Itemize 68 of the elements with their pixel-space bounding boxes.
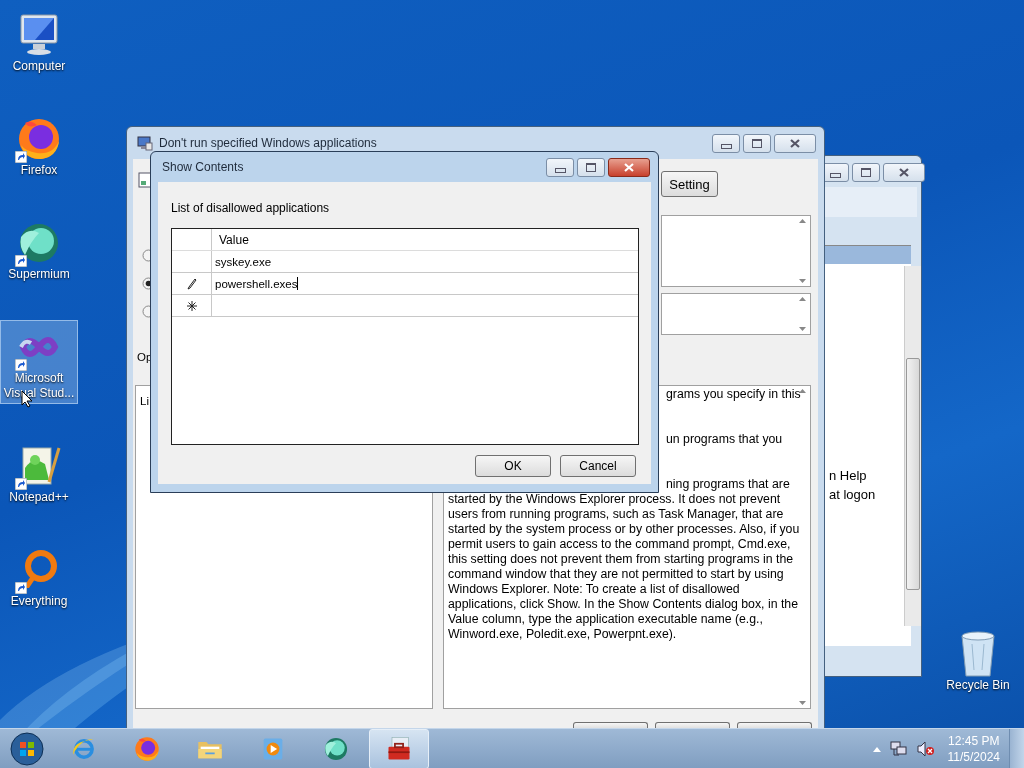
scroll-down-icon[interactable] — [798, 701, 806, 705]
value-input[interactable]: powershell.exes — [212, 273, 638, 294]
maximize-button[interactable] — [577, 157, 605, 177]
firefox-icon — [133, 735, 161, 763]
dialog-button[interactable]: OK — [475, 455, 551, 477]
options-text: Li — [140, 395, 149, 407]
speaker-muted-icon[interactable] — [916, 741, 935, 757]
desktop-shortcut[interactable]: Notepad++ — [0, 439, 78, 508]
help-text: un programs that you — [666, 432, 783, 447]
close-icon — [789, 138, 801, 148]
close-icon — [898, 168, 910, 177]
help-text: ning programs that are — [666, 477, 790, 492]
desktop-shortcut[interactable]: Everything — [0, 543, 78, 612]
scroll-down-icon[interactable] — [798, 327, 806, 331]
help-text: permit users to gain access to the command prompt, Cmd.exe, — [448, 537, 791, 552]
minimize-button[interactable] — [546, 157, 574, 177]
maximize-button[interactable] — [852, 163, 880, 182]
close-icon — [623, 162, 635, 172]
help-text: Windows Explorer. Note: To create a list of disallowed — [448, 582, 740, 597]
setting-button[interactable]: Setting — [661, 171, 718, 197]
scroll-up-icon[interactable] — [798, 389, 806, 393]
list-text: at logon — [829, 487, 876, 502]
help-text: started by the Windows Explorer process. It does not prevent — [448, 492, 781, 507]
shortcut-arrow-icon — [15, 359, 27, 371]
scrollbar[interactable] — [904, 266, 921, 626]
dialog-button[interactable]: Cancel — [560, 455, 636, 477]
list-text: n Help — [829, 468, 868, 483]
radio-button[interactable] — [142, 249, 151, 262]
minimize-button[interactable] — [712, 133, 740, 153]
asterisk-icon — [186, 300, 197, 311]
help-text: Value column, type the application executable name (e.g., — [448, 612, 763, 627]
desktop-shortcut[interactable]: Supermium — [0, 216, 78, 285]
shortcut-arrow-icon — [15, 151, 27, 163]
help-text: Winword.exe, Poledit.exe, Powerpnt.exe). — [448, 627, 677, 642]
help-text: this setting does not prevent them from starting programs in the — [448, 552, 794, 567]
desktop-shortcut[interactable]: Computer — [0, 8, 78, 77]
close-button[interactable] — [883, 163, 925, 182]
table-cell[interactable]: syskey.exe — [212, 251, 638, 272]
close-button[interactable] — [608, 157, 650, 177]
scroll-up-icon[interactable] — [798, 297, 806, 301]
help-text: users from running programs, such as Task Manager, that are — [448, 507, 784, 522]
help-text: command window that they are not permitted to start by using — [448, 567, 784, 582]
taskbar-app-button[interactable] — [369, 729, 429, 768]
shortcut-arrow-icon — [15, 478, 27, 490]
help-text: applications, click Show. In the Show Contents dialog box, in the — [448, 597, 798, 612]
clock-date: 11/5/2024 — [947, 749, 1000, 765]
close-button[interactable] — [774, 133, 816, 153]
radio-button[interactable] — [142, 305, 151, 318]
scroll-down-icon[interactable] — [798, 279, 806, 283]
column-header[interactable]: Value — [212, 229, 638, 250]
clock-time: 12:45 PM — [948, 733, 1000, 749]
desktop-shortcut[interactable]: Firefox — [0, 112, 78, 181]
help-text: grams you specify in this — [666, 387, 801, 402]
scroll-up-icon[interactable] — [798, 219, 806, 223]
network-icon[interactable] — [889, 741, 908, 757]
comment-field[interactable] — [661, 215, 811, 287]
shortcut-arrow-icon — [15, 255, 27, 267]
dialog-title: Show Contents — [162, 160, 244, 174]
maximize-button[interactable] — [743, 133, 771, 153]
desktop-shortcut[interactable]: Recycle Bin — [940, 630, 1016, 693]
pencil-icon — [186, 277, 197, 290]
supermium-icon — [322, 735, 350, 763]
window-title: Don't run specified Windows applications — [159, 136, 377, 150]
policy-icon — [137, 135, 153, 151]
setting-icon — [138, 172, 152, 188]
list-label: List of disallowed applications — [171, 201, 331, 215]
shortcut-arrow-icon — [15, 582, 27, 594]
help-text: started by the system process or by other processes. Also, if you — [448, 522, 800, 537]
